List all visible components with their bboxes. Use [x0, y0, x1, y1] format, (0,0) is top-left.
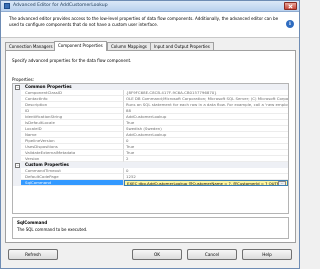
property-value-text: EXEC dbo.AddCustomerLookup @CustomerName… — [127, 181, 285, 186]
info-icon: i — [286, 20, 294, 28]
property-value-text: OLE DB Command;Microsoft Corporation; Mi… — [126, 96, 288, 101]
header-description: The advanced editor provides access to t… — [9, 16, 279, 27]
component-icon — [4, 3, 10, 9]
advanced-editor-window: Advanced Editor for AddCustomerLookup Th… — [0, 0, 300, 269]
tab-column-mappings[interactable]: Column Mappings — [107, 42, 151, 50]
property-value-text: 0 — [126, 168, 129, 173]
tab-strip: Connection Managers Component Properties… — [5, 41, 297, 51]
property-value-text: AddCustomerLookup — [126, 132, 167, 137]
property-value[interactable]: EXEC dbo.AddCustomerLookup @CustomerName… — [124, 180, 288, 186]
property-value-text: 88 — [126, 108, 131, 113]
panel-description: Specify advanced properties for the data… — [12, 58, 132, 63]
property-name[interactable]: SqlCommand — [21, 180, 124, 186]
tab-input-output-properties[interactable]: Input and Output Properties — [150, 42, 214, 50]
header-area: The advanced editor provides access to t… — [1, 12, 299, 38]
property-row[interactable]: SqlCommand EXEC dbo.AddCustomerLookup @Cu… — [13, 180, 288, 186]
property-value-text: 1252 — [126, 174, 136, 179]
refresh-button[interactable]: Refresh — [8, 249, 58, 260]
property-grid[interactable]: − Common Properties ComponentClassID {8F9… — [12, 83, 289, 214]
tab-connection-managers[interactable]: Connection Managers — [5, 42, 57, 50]
window-title: Advanced Editor for AddCustomerLookup — [13, 3, 108, 8]
property-description-title: SqlCommand — [17, 220, 48, 225]
property-description-box: SqlCommand The SQL command to be execute… — [12, 217, 289, 239]
help-button[interactable]: Help — [242, 249, 292, 260]
ok-button[interactable]: OK — [132, 249, 182, 260]
property-value-text: True — [126, 150, 135, 155]
property-value-text: Runs an SQL statement for each row in a … — [126, 102, 288, 107]
component-properties-panel: Specify advanced properties for the data… — [5, 50, 296, 243]
property-value-text: Swedish (Sweden) — [126, 126, 162, 131]
tab-component-properties[interactable]: Component Properties — [54, 41, 107, 51]
property-value-text: True — [126, 120, 135, 125]
dialog-buttons: Refresh OK Cancel Help — [1, 249, 299, 264]
property-value-text: AddCustomerLookup — [126, 114, 167, 119]
property-value-text: 0 — [126, 138, 129, 143]
cancel-button[interactable]: Cancel — [187, 249, 237, 260]
ellipsis-button[interactable]: ... — [278, 181, 286, 185]
properties-label: Properties: — [12, 77, 35, 82]
property-value-text: {8F9FC68E-C8CB-417F-9C6A-CB0157796870} — [126, 90, 217, 95]
property-value-text: 2 — [126, 156, 129, 161]
title-bar: Advanced Editor for AddCustomerLookup — [1, 1, 299, 12]
property-value-text: True — [126, 144, 135, 149]
property-description-text: The SQL command to be executed. — [17, 227, 88, 232]
close-button[interactable] — [284, 2, 297, 10]
